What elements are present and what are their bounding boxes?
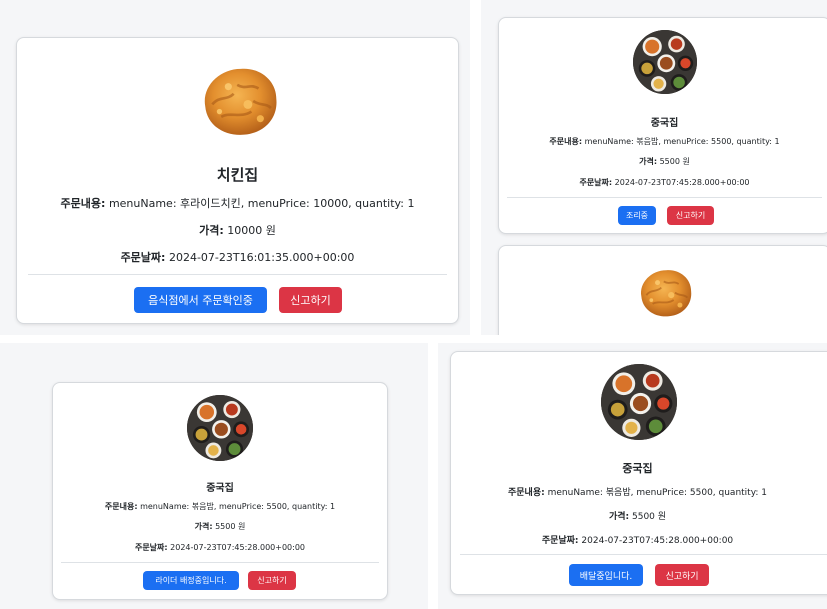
order-price-label: 가격:: [608, 512, 630, 522]
restaurant-name: 중국집: [650, 118, 679, 129]
restaurant-name: 치킨집: [216, 166, 259, 184]
report-button[interactable]: 신고하기: [655, 564, 709, 586]
order-date-value: 2024-07-23T07:45:28.000+00:00: [170, 543, 306, 552]
order-price-label: 가격:: [194, 522, 213, 531]
order-date-label: 주문날짜:: [134, 543, 168, 552]
divider: [61, 562, 379, 563]
order-status-button[interactable]: 조리중: [618, 206, 656, 225]
order-contents: 주문내용: menuName: 볶음밥, menuPrice: 5500, qu…: [451, 485, 824, 498]
order-panel-4: 중국집 주문내용: menuName: 볶음밥, menuPrice: 5500…: [438, 343, 827, 609]
order-price: 가격: 5500 원: [499, 156, 827, 167]
order-card-chicken-partial: [498, 245, 827, 335]
order-date-value: 2024-07-23T16:01:35.000+00:00: [168, 251, 355, 264]
divider: [28, 274, 447, 275]
order-contents-value: menuName: 볶음밥, menuPrice: 5500, quantity…: [547, 488, 767, 498]
order-contents: 주문내용: menuName: 볶음밥, menuPrice: 5500, qu…: [53, 501, 387, 512]
order-status-button[interactable]: 음식점에서 주문확인중: [134, 287, 267, 313]
fried-chicken-image: [631, 264, 699, 320]
order-price-value: 5500 원: [659, 157, 690, 166]
order-card-chicken: 치킨집 주문내용: menuName: 후라이드치킨, menuPrice: 1…: [16, 37, 459, 324]
order-panel-1: 치킨집 주문내용: menuName: 후라이드치킨, menuPrice: 1…: [0, 0, 470, 335]
order-date: 주문날짜: 2024-07-23T07:45:28.000+00:00: [499, 177, 827, 188]
order-card-chinese-delivering: 중국집 주문내용: menuName: 볶음밥, menuPrice: 5500…: [450, 351, 827, 595]
order-card-chinese-assigning: 중국집 주문내용: menuName: 볶음밥, menuPrice: 5500…: [52, 382, 388, 600]
order-date: 주문날짜: 2024-07-23T07:45:28.000+00:00: [53, 542, 387, 553]
order-date-value: 2024-07-23T07:45:28.000+00:00: [614, 178, 750, 187]
order-price: 가격: 5500 원: [53, 521, 387, 532]
order-card-chinese-cooking: 중국집 주문내용: menuName: 볶음밥, menuPrice: 5500…: [498, 17, 827, 234]
order-panel-2: 중국집 주문내용: menuName: 볶음밥, menuPrice: 5500…: [481, 0, 827, 335]
order-price: 가격: 5500 원: [451, 509, 824, 522]
chinese-food-image: [633, 30, 697, 94]
chinese-food-image: [187, 395, 253, 461]
report-button[interactable]: 신고하기: [279, 287, 342, 313]
restaurant-name: 중국집: [206, 483, 234, 494]
order-contents-value: menuName: 볶음밥, menuPrice: 5500, quantity…: [140, 502, 336, 511]
chinese-food-image: [601, 364, 677, 440]
order-price-value: 5500 원: [215, 522, 246, 531]
order-price-label: 가격:: [199, 224, 224, 237]
order-contents-label: 주문내용:: [60, 197, 106, 210]
order-contents-label: 주문내용:: [104, 502, 138, 511]
divider: [460, 554, 827, 555]
restaurant-name: 중국집: [622, 462, 653, 475]
fried-chicken-image: [191, 60, 287, 140]
order-status-button[interactable]: 라이더 배정중입니다.: [143, 571, 239, 590]
order-date: 주문날짜: 2024-07-23T07:45:28.000+00:00: [451, 533, 824, 546]
order-date-label: 주문날짜:: [579, 178, 613, 187]
order-price-value: 5500 원: [632, 512, 667, 522]
order-contents-value: menuName: 볶음밥, menuPrice: 5500, quantity…: [584, 137, 780, 146]
order-date-label: 주문날짜:: [541, 536, 579, 546]
order-contents: 주문내용: menuName: 볶음밥, menuPrice: 5500, qu…: [499, 136, 827, 147]
order-contents: 주문내용: menuName: 후라이드치킨, menuPrice: 10000…: [17, 195, 458, 211]
order-date-label: 주문날짜:: [120, 251, 166, 264]
order-contents-value: menuName: 후라이드치킨, menuPrice: 10000, quan…: [108, 197, 415, 210]
report-button[interactable]: 신고하기: [667, 206, 714, 225]
order-price-label: 가격:: [639, 157, 658, 166]
order-contents-label: 주문내용:: [508, 488, 545, 498]
order-panel-3: 중국집 주문내용: menuName: 볶음밥, menuPrice: 5500…: [0, 343, 428, 609]
order-status-button[interactable]: 배달중입니다.: [569, 564, 643, 586]
report-button[interactable]: 신고하기: [248, 571, 296, 590]
divider: [507, 197, 822, 198]
order-date: 주문날짜: 2024-07-23T16:01:35.000+00:00: [17, 249, 458, 265]
order-price: 가격: 10000 원: [17, 222, 458, 238]
order-date-value: 2024-07-23T07:45:28.000+00:00: [581, 536, 734, 546]
order-contents-label: 주문내용:: [549, 137, 583, 146]
order-price-value: 10000 원: [227, 224, 276, 237]
